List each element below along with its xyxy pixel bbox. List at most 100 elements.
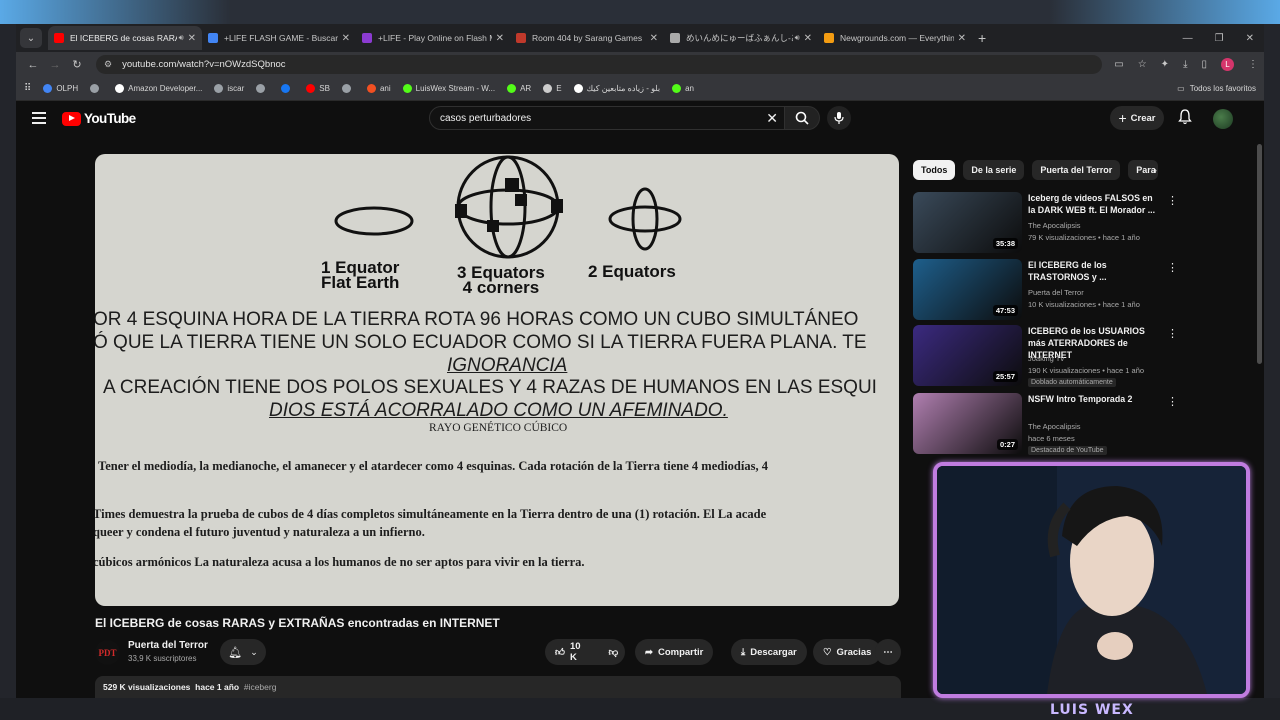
more-options-icon[interactable]: ⋮ bbox=[1167, 327, 1178, 340]
recommended-channel[interactable]: Puerta del Terror bbox=[1028, 288, 1084, 297]
speaker-icon[interactable]: 🔊︎ bbox=[179, 33, 184, 43]
create-button[interactable]: + Crear bbox=[1110, 106, 1164, 130]
bookmark-item[interactable]: AR bbox=[507, 84, 531, 93]
split-view-icon[interactable]: ▯ bbox=[1201, 59, 1207, 70]
recommended-title[interactable]: El ICEBERG de los TRASTORNOS y ... bbox=[1028, 259, 1162, 283]
channel-name[interactable]: Puerta del Terror bbox=[128, 640, 208, 651]
chip-all[interactable]: Todos bbox=[913, 160, 956, 180]
subscription-bell-button[interactable]: 🔔︎ ⌄ bbox=[220, 639, 266, 665]
close-tab-icon[interactable]: ✕ bbox=[496, 33, 504, 44]
close-tab-icon[interactable]: ✕ bbox=[804, 33, 812, 44]
recommended-video[interactable]: 25:57 ICEBERG de los USUARIOS más ATERRA… bbox=[913, 325, 1183, 387]
forward-button[interactable]: → bbox=[44, 59, 66, 71]
close-window-button[interactable]: ✕ bbox=[1246, 33, 1254, 44]
search-button[interactable] bbox=[784, 106, 820, 130]
bookmark-label: بلو - زياده متابعين كيك bbox=[586, 84, 661, 93]
close-tab-icon[interactable]: ✕ bbox=[958, 33, 966, 44]
chip-channel[interactable]: Puerta del Terror bbox=[1032, 160, 1121, 180]
chip-series[interactable]: De la serie bbox=[963, 160, 1025, 180]
address-bar[interactable]: ⚙ youtube.com/watch?v=nOWzdSQbnoc bbox=[96, 55, 1103, 74]
bookmark-item[interactable]: Amazon Developer... bbox=[115, 84, 202, 93]
profile-avatar[interactable]: L bbox=[1221, 58, 1234, 71]
site-info-icon[interactable]: ⚙ bbox=[104, 59, 112, 70]
bookmark-item[interactable]: LuisWex Stream - W... bbox=[402, 84, 495, 93]
hashtag[interactable]: #iceberg bbox=[244, 682, 277, 692]
more-options-icon[interactable]: ⋮ bbox=[1167, 194, 1178, 207]
bookmark-item[interactable] bbox=[256, 84, 269, 93]
all-bookmarks[interactable]: ▭ Todos los favoritos bbox=[1177, 84, 1256, 93]
bookmark-item[interactable]: بلو - زياده متابعين كيك bbox=[573, 84, 661, 93]
minimize-button[interactable]: — bbox=[1183, 33, 1193, 44]
more-actions-button[interactable]: ⋯ bbox=[875, 639, 901, 665]
recommended-video[interactable]: 47:53 El ICEBERG de los TRASTORNOS y ...… bbox=[913, 259, 1183, 320]
clear-search-icon[interactable]: ✕ bbox=[766, 110, 778, 127]
share-button[interactable]: ➦ Compartir bbox=[635, 639, 714, 665]
close-tab-icon[interactable]: ✕ bbox=[188, 33, 196, 44]
tab-search-button[interactable]: ⌄ bbox=[20, 28, 42, 48]
bookmark-item[interactable]: an bbox=[672, 84, 694, 93]
video-thumbnail[interactable]: 35:38 bbox=[913, 192, 1022, 253]
video-thumbnail[interactable]: 47:53 bbox=[913, 259, 1022, 320]
description-box[interactable]: 529 K visualizaciones hace 1 año #iceber… bbox=[95, 676, 901, 698]
recommended-channel[interactable]: The Apocalipsis bbox=[1028, 422, 1081, 431]
video-player[interactable]: 1 Equator Flat Earth 3 Equators 4 corner… bbox=[95, 154, 899, 606]
close-tab-icon[interactable]: ✕ bbox=[342, 33, 350, 44]
video-thumbnail[interactable]: 0:27 bbox=[913, 393, 1022, 454]
bookmark-item[interactable]: SB bbox=[306, 84, 330, 93]
bookmark-item[interactable] bbox=[341, 84, 355, 93]
browser-tab[interactable]: +LIFE - Play Online on Flash M ✕ bbox=[356, 26, 510, 50]
notifications-icon[interactable] bbox=[1178, 109, 1192, 130]
folder-icon: ▭ bbox=[1177, 84, 1185, 93]
menu-icon[interactable]: ⋮ bbox=[1248, 59, 1258, 70]
bookmark-star-icon[interactable]: ☆ bbox=[1138, 59, 1147, 70]
channel-avatar[interactable]: PDT bbox=[95, 640, 120, 665]
bookmark-item[interactable]: OLPH bbox=[43, 84, 78, 93]
dislike-button[interactable]: 👎︎ bbox=[599, 639, 627, 665]
bookmark-item[interactable] bbox=[90, 84, 103, 93]
thanks-button[interactable]: ♡ Gracias bbox=[813, 639, 882, 665]
speaker-icon[interactable]: 🔊︎ bbox=[795, 33, 800, 43]
recommended-channel[interactable]: Joaking Tv bbox=[1028, 354, 1064, 363]
recommended-title[interactable]: Iceberg de videos FALSOS en la DARK WEB … bbox=[1028, 192, 1162, 216]
browser-tab[interactable]: Newgrounds.com — Everything ✕ bbox=[818, 26, 972, 50]
browser-tab[interactable]: めいんめにゅーばふぁんし-あいん 🔊︎ ✕ bbox=[664, 26, 818, 50]
downloads-icon[interactable]: ⤓ bbox=[1183, 59, 1187, 70]
browser-tab[interactable]: Room 404 by Sarang Games ✕ bbox=[510, 26, 664, 50]
frame-text-line: Tener el mediodía, la medianoche, el ama… bbox=[98, 459, 768, 473]
recommended-title[interactable]: NSFW Intro Temporada 2 bbox=[1028, 393, 1162, 405]
download-button[interactable]: ⤓ Descargar bbox=[731, 639, 807, 665]
install-app-icon[interactable]: ▭ bbox=[1114, 59, 1123, 70]
browser-tab[interactable]: +LIFE FLASH GAME - Buscar con ✕ bbox=[202, 26, 356, 50]
apps-grid-icon[interactable]: ⠿ bbox=[24, 83, 31, 94]
eq1-line2: Flat Earth bbox=[321, 273, 400, 292]
frame-text-line: queer y condena el futuro juventud y nat… bbox=[95, 525, 425, 539]
youtube-logo[interactable]: YouTube bbox=[62, 111, 136, 126]
bookmark-item[interactable] bbox=[281, 84, 294, 93]
account-avatar[interactable] bbox=[1213, 109, 1233, 129]
video-thumbnail[interactable]: 25:57 bbox=[913, 325, 1022, 386]
back-button[interactable]: ← bbox=[22, 59, 44, 71]
recommended-channel[interactable]: The Apocalipsis bbox=[1028, 221, 1081, 230]
bookmark-label: E bbox=[556, 84, 562, 93]
maximize-button[interactable]: ❐ bbox=[1215, 33, 1224, 44]
search-input[interactable]: casos perturbadores ✕ bbox=[429, 106, 787, 130]
recommended-video[interactable]: 0:27 NSFW Intro Temporada 2 The Apocalip… bbox=[913, 393, 1183, 455]
guide-menu-icon[interactable] bbox=[32, 112, 46, 124]
stream-frame-right bbox=[1264, 24, 1280, 698]
eq2-line1: 2 Equators bbox=[588, 262, 676, 281]
reload-button[interactable]: ↻ bbox=[66, 58, 88, 71]
close-tab-icon[interactable]: ✕ bbox=[650, 33, 658, 44]
more-options-icon[interactable]: ⋮ bbox=[1167, 395, 1178, 408]
voice-search-button[interactable] bbox=[827, 106, 851, 130]
browser-tab[interactable]: El ICEBERG de cosas RARAS 🔊︎ ✕ bbox=[48, 26, 202, 50]
chevron-right-icon[interactable]: › bbox=[1153, 163, 1157, 177]
new-tab-button[interactable]: + bbox=[978, 30, 986, 46]
scrollbar-thumb[interactable] bbox=[1257, 144, 1262, 364]
recommended-video[interactable]: 35:38 Iceberg de videos FALSOS en la DAR… bbox=[913, 192, 1183, 253]
extensions-icon[interactable]: ✦ bbox=[1161, 59, 1169, 70]
bookmark-item[interactable]: E bbox=[543, 84, 562, 93]
bookmark-item[interactable]: iscar bbox=[214, 84, 244, 93]
like-button[interactable]: 👍︎ 10 K bbox=[545, 639, 589, 665]
more-options-icon[interactable]: ⋮ bbox=[1167, 261, 1178, 274]
bookmark-item[interactable]: ani bbox=[366, 84, 391, 93]
